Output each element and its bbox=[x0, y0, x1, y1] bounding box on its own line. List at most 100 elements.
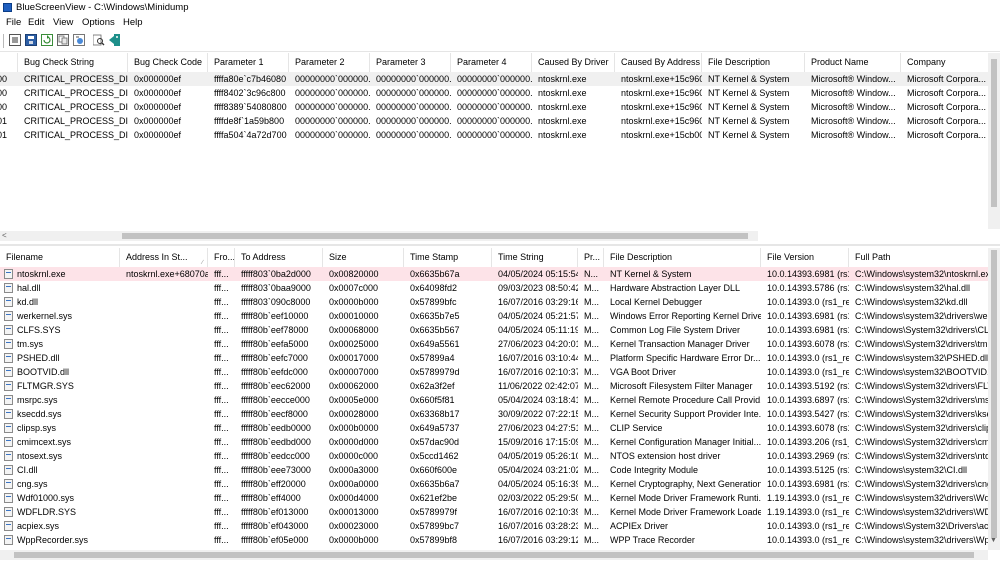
driver-cell-size: 0x00028000 bbox=[329, 409, 379, 419]
scroll-left-icon[interactable]: < bbox=[2, 231, 7, 241]
menu-view[interactable]: View bbox=[53, 17, 73, 28]
column-header-product-name[interactable]: Product Name bbox=[805, 53, 901, 72]
driver-row[interactable]: BOOTVID.dll fff... fffff80b`eefdc000 0x0000… bbox=[0, 365, 988, 379]
dump-row[interactable]: 01 CRITICAL_PROCESS_DIED 0x000000ef ffffa50… bbox=[0, 128, 988, 142]
dump-row[interactable]: 00 CRITICAL_PROCESS_DIED 0x000000ef ffffa80… bbox=[0, 72, 988, 86]
menu-file[interactable]: File bbox=[6, 17, 21, 28]
dump-row[interactable]: 01 CRITICAL_PROCESS_DIED 0x000000ef ffffde8… bbox=[0, 114, 988, 128]
column-header-dump-file[interactable] bbox=[0, 53, 18, 72]
driver-row[interactable]: werkernel.sys fff... fffff80b`eef10000 0x00… bbox=[0, 309, 988, 323]
driver-row[interactable]: tm.sys fff... fffff80b`eefa5000 0x00025000 0… bbox=[0, 337, 988, 351]
dump-list-horizontal-scroll-thumb[interactable] bbox=[122, 233, 748, 239]
driver-row[interactable]: cmimcext.sys fff... fffff80b`eedbd000 0x000… bbox=[0, 435, 988, 449]
column-header-file-description[interactable]: File Description bbox=[604, 248, 761, 267]
driver-cell-to-address: fffff80b`eedb0000 bbox=[241, 423, 311, 433]
driver-cell-time-string: 04/05/2019 05:26:10 bbox=[498, 451, 578, 461]
copy-icon[interactable] bbox=[57, 34, 69, 46]
column-header-company[interactable]: Company bbox=[901, 53, 988, 72]
driver-cell-filename: ntoskrnl.exe bbox=[0, 267, 120, 281]
driver-row[interactable]: FLTMGR.SYS fff... fffff80b`eec62000 0x00062… bbox=[0, 379, 988, 393]
dump-list-horizontal-scrollbar[interactable]: < bbox=[0, 231, 758, 241]
driver-row[interactable]: CI.dll fff... fffff80b`eee73000 0x000a3000 0… bbox=[0, 463, 988, 477]
driver-cell-file-description: WPP Trace Recorder bbox=[610, 535, 695, 545]
driver-cell-to-address: fffff80b`eec62000 bbox=[241, 381, 311, 391]
driver-row[interactable]: PSHED.dll fff... fffff80b`eefc7000 0x000170… bbox=[0, 351, 988, 365]
driver-cell-full-path: C:\Windows\System32\drivers\clipsp bbox=[855, 423, 988, 433]
driver-cell-size: 0x0000d000 bbox=[329, 437, 379, 447]
driver-cell-time-stamp: 0x649a5737 bbox=[410, 423, 460, 433]
dump-row[interactable]: 00 CRITICAL_PROCESS_DIED 0x000000ef ffff838… bbox=[0, 100, 988, 114]
driver-row[interactable]: msrpc.sys fff... fffff80b`eecce000 0x0005e0… bbox=[0, 393, 988, 407]
dump-cell-parameter-1: ffffde8f`1a59b800 bbox=[214, 116, 285, 126]
dump-row[interactable]: 00 CRITICAL_PROCESS_DIED 0x000000ef ffff840… bbox=[0, 86, 988, 100]
driver-cell-full-path: C:\Windows\System32\drivers\msrp bbox=[855, 395, 988, 405]
driver-row[interactable]: cng.sys fff... fffff80b`eff20000 0x000a0000… bbox=[0, 477, 988, 491]
driver-list-vertical-scrollbar[interactable]: ▼ bbox=[988, 248, 1000, 550]
driver-row[interactable]: kd.dll fff... fffff803`090c8000 0x0000b000 0… bbox=[0, 295, 988, 309]
driver-row[interactable]: ntoskrnl.exe ntoskrnl.exe+68070a fff... fff… bbox=[0, 267, 988, 281]
dump-list-vertical-scroll-thumb[interactable] bbox=[991, 59, 997, 207]
driver-cell-time-stamp: 0x649a5561 bbox=[410, 339, 460, 349]
driver-row[interactable]: WppRecorder.sys fff... fffff80b`ef05e000 0x… bbox=[0, 533, 988, 547]
column-header-bug-check-code[interactable]: Bug Check Code bbox=[128, 53, 208, 72]
dump-cell-caused-by-address: ntoskrnl.exe+15c960 bbox=[621, 116, 702, 126]
find-icon[interactable] bbox=[93, 34, 105, 46]
column-header-parameter-4[interactable]: Parameter 4 bbox=[451, 53, 532, 72]
driver-cell-full-path: C:\Windows\System32\drivers\ksec bbox=[855, 409, 988, 419]
column-header-file-version[interactable]: File Version bbox=[761, 248, 849, 267]
driver-row[interactable]: ntosext.sys fff... fffff80b`eedcc000 0x0000… bbox=[0, 449, 988, 463]
column-header-time-stamp[interactable]: Time Stamp bbox=[404, 248, 492, 267]
save-icon[interactable] bbox=[25, 34, 37, 46]
driver-row[interactable]: Wdf01000.sys fff... fffff80b`eff4000 0x000d… bbox=[0, 491, 988, 505]
driver-row[interactable]: acpiex.sys fff... fffff80b`ef043000 0x00023… bbox=[0, 519, 988, 533]
driver-row[interactable]: hal.dll fff... fffff803`0baa9000 0x0007c000… bbox=[0, 281, 988, 295]
driver-list-vertical-scroll-thumb[interactable] bbox=[991, 250, 997, 538]
column-header-parameter-3[interactable]: Parameter 3 bbox=[370, 53, 451, 72]
menu-help[interactable]: Help bbox=[123, 17, 143, 28]
dump-cell-company: Microsoft Corpora... bbox=[907, 130, 987, 140]
driver-row[interactable]: CLFS.SYS fff... fffff80b`eef78000 0x0006800… bbox=[0, 323, 988, 337]
driver-row[interactable]: ksecdd.sys fff... fffff80b`eecf8000 0x00028… bbox=[0, 407, 988, 421]
exit-icon[interactable] bbox=[109, 34, 121, 46]
driver-cell-filename: ACPI.sys bbox=[0, 547, 120, 548]
dump-list-vertical-scrollbar[interactable] bbox=[988, 53, 1000, 229]
column-header-caused-by-driver[interactable]: Caused By Driver bbox=[532, 53, 615, 72]
driver-cell-size: 0x0000b000 bbox=[329, 535, 379, 545]
column-header-filename[interactable]: Filename bbox=[0, 248, 120, 267]
column-header-product[interactable]: Pr... bbox=[578, 248, 604, 267]
column-header-file-description[interactable]: File Description bbox=[702, 53, 805, 72]
menu-options[interactable]: Options bbox=[82, 17, 115, 28]
refresh-icon[interactable] bbox=[41, 34, 53, 46]
driver-row[interactable]: clipsp.sys fff... fffff80b`eedb0000 0x000b0… bbox=[0, 421, 988, 435]
driver-cell-address-in-stack bbox=[120, 533, 208, 547]
driver-cell-time-string: 16/07/2016 02:10:39 bbox=[498, 507, 578, 517]
column-header-caused-by-address[interactable]: Caused By Address bbox=[615, 53, 702, 72]
column-header-from-address[interactable]: Fro... bbox=[208, 248, 235, 267]
driver-cell-full-path: C:\Windows\system32\drivers\werk bbox=[855, 311, 988, 321]
driver-list-horizontal-scrollbar[interactable] bbox=[0, 550, 988, 560]
column-header-size[interactable]: Size bbox=[323, 248, 404, 267]
properties-icon[interactable] bbox=[9, 34, 21, 46]
driver-cell-file-version: 10.0.14393.5786 (rs1_... bbox=[767, 283, 849, 293]
menu-edit[interactable]: Edit bbox=[28, 17, 44, 28]
column-header-time-string[interactable]: Time String bbox=[492, 248, 578, 267]
driver-cell-full-path: C:\Windows\System32\drivers\CLFS bbox=[855, 325, 988, 335]
driver-cell-filename: clipsp.sys bbox=[0, 421, 120, 435]
window-title: BlueScreenView - C:\Windows\Minidump bbox=[16, 2, 189, 13]
column-header-bug-check-string[interactable]: Bug Check String bbox=[18, 53, 128, 72]
driver-list-table: Filename Address In St... ∕ Fro... To Ad… bbox=[0, 248, 988, 548]
column-header-address-in-stack[interactable]: Address In St... ∕ bbox=[120, 248, 208, 267]
html-report-icon[interactable] bbox=[73, 34, 85, 46]
column-header-to-address[interactable]: To Address bbox=[235, 248, 323, 267]
column-header-parameter-1[interactable]: Parameter 1 bbox=[208, 53, 289, 72]
dump-cell-bug-check-string: CRITICAL_PROCESS_DIED bbox=[24, 88, 128, 98]
column-header-full-path[interactable]: Full Path bbox=[849, 248, 988, 267]
dump-list-table: Bug Check String Bug Check Code Paramete… bbox=[0, 53, 988, 229]
pane-splitter[interactable] bbox=[0, 244, 1000, 246]
driver-list-horizontal-scroll-thumb[interactable] bbox=[14, 552, 974, 558]
scroll-down-icon[interactable]: ▼ bbox=[990, 537, 997, 544]
app-icon bbox=[3, 3, 12, 12]
column-header-parameter-2[interactable]: Parameter 2 bbox=[289, 53, 370, 72]
driver-row[interactable]: ACPI.sys fff...fffff80b`ef1120000x000b200… bbox=[0, 547, 988, 548]
driver-row[interactable]: WDFLDR.SYS fff... fffff80b`ef013000 0x00013… bbox=[0, 505, 988, 519]
